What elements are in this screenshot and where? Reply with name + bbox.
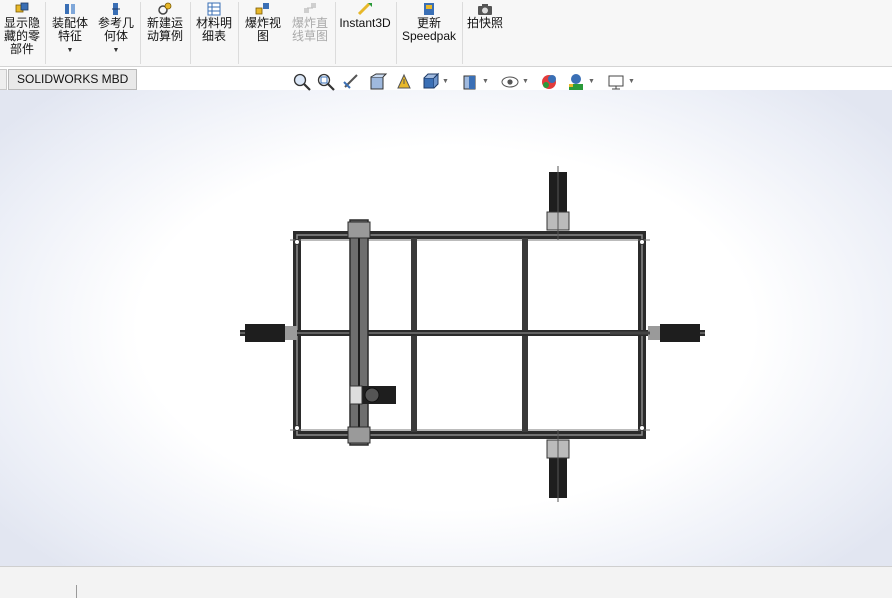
new-motion-study-label: 新建运 动算例 <box>146 16 183 43</box>
status-bar <box>0 566 892 598</box>
ribbon-separator <box>190 2 191 64</box>
reference-geometry-label: 参考几 何体 <box>97 16 134 43</box>
corner-bolt <box>294 425 300 431</box>
display-style-icon[interactable] <box>460 72 480 92</box>
show-hidden-components-button[interactable]: 显示隐 藏的零 部件 <box>0 0 44 66</box>
bill-of-materials-label: 材料明 细表 <box>195 16 232 43</box>
graphics-viewport[interactable] <box>0 90 892 566</box>
assembly-features-icon <box>65 4 75 14</box>
exploded-view-button[interactable]: 爆炸视 图 <box>240 0 286 66</box>
explode-line-sketch-label: 爆炸直 线草图 <box>291 16 328 43</box>
right-motor <box>660 324 700 342</box>
view-settings-icon[interactable] <box>606 72 626 92</box>
tab-previous[interactable] <box>0 69 7 90</box>
corner-bolt <box>294 239 300 245</box>
chevron-down-icon[interactable]: ▼ <box>94 44 138 57</box>
instant3d-button[interactable]: Instant3D <box>337 0 393 66</box>
gantry-carriage-top <box>347 221 371 239</box>
ribbon-separator <box>45 2 46 64</box>
hide-show-items-icon[interactable] <box>500 72 520 92</box>
instant3d-icon <box>357 2 372 16</box>
bill-of-materials-icon <box>207 2 221 16</box>
reference-geometry-button[interactable]: 参考几 何体 ▼ <box>94 0 138 66</box>
instant3d-label: Instant3D <box>339 16 391 30</box>
corner-bolt <box>639 239 645 245</box>
zoom-to-fit-icon[interactable] <box>292 72 312 92</box>
ribbon-separator <box>335 2 336 64</box>
dynamic-annotation-icon[interactable] <box>394 72 414 92</box>
explode-line-sketch-button[interactable]: 爆炸直 线草图 <box>287 0 333 66</box>
reference-geometry-icon <box>112 3 120 15</box>
chevron-down-icon[interactable]: ▼ <box>47 44 93 57</box>
spindle <box>364 387 380 403</box>
update-speedpak-icon <box>424 3 434 15</box>
gantry-frame-model <box>240 166 705 502</box>
status-bar-divider <box>76 585 77 598</box>
ribbon-separator <box>140 2 141 64</box>
exploded-view-label: 爆炸视 图 <box>244 16 281 43</box>
take-snapshot-label: 拍快照 <box>466 16 503 30</box>
tab-solidworks-mbd[interactable]: SOLIDWORKS MBD <box>8 69 138 90</box>
ribbon-separator <box>238 2 239 64</box>
ribbon-separator <box>462 2 463 64</box>
tool-head-plate <box>349 385 363 405</box>
explode-line-sketch-icon <box>304 3 316 13</box>
gantry-carriage-bottom <box>347 426 371 444</box>
new-motion-study-button[interactable]: 新建运 动算例 <box>142 0 188 66</box>
left-motor-mount <box>285 326 297 340</box>
camera-icon <box>478 4 492 15</box>
bill-of-materials-button[interactable]: 材料明 细表 <box>192 0 236 66</box>
ribbon-separator <box>396 2 397 64</box>
edit-appearance-icon[interactable] <box>540 72 560 92</box>
chevron-down-icon[interactable]: ▼ <box>522 78 529 85</box>
motion-study-icon <box>158 2 172 15</box>
take-snapshot-button[interactable]: 拍快照 <box>464 0 506 66</box>
corner-bolt <box>639 425 645 431</box>
show-hidden-components-label: 显示隐 藏的零 部件 <box>3 16 40 56</box>
chevron-down-icon[interactable]: ▼ <box>628 78 635 85</box>
section-view-icon[interactable] <box>368 72 388 92</box>
update-speedpak-button[interactable]: 更新 Speedpak <box>399 0 459 66</box>
assembly-features-button[interactable]: 装配体 特征 ▼ <box>47 0 93 66</box>
command-manager-ribbon: 显示隐 藏的零 部件 装配体 特征 ▼ 参考几 何体 ▼ 新建运 动算例 材料明… <box>0 0 892 67</box>
apply-scene-icon[interactable] <box>566 72 586 92</box>
update-speedpak-label: 更新 Speedpak <box>401 16 457 43</box>
zoom-to-area-icon[interactable] <box>316 72 336 92</box>
assembly-features-label: 装配体 特征 <box>51 16 88 43</box>
show-hidden-components-icon <box>15 2 29 13</box>
chevron-down-icon[interactable]: ▼ <box>588 78 595 85</box>
left-motor <box>245 324 285 342</box>
exploded-view-icon <box>255 3 269 15</box>
previous-view-icon[interactable] <box>342 72 362 92</box>
chevron-down-icon[interactable]: ▼ <box>442 78 449 85</box>
chevron-down-icon[interactable]: ▼ <box>482 78 489 85</box>
view-orientation-icon[interactable] <box>420 72 440 92</box>
